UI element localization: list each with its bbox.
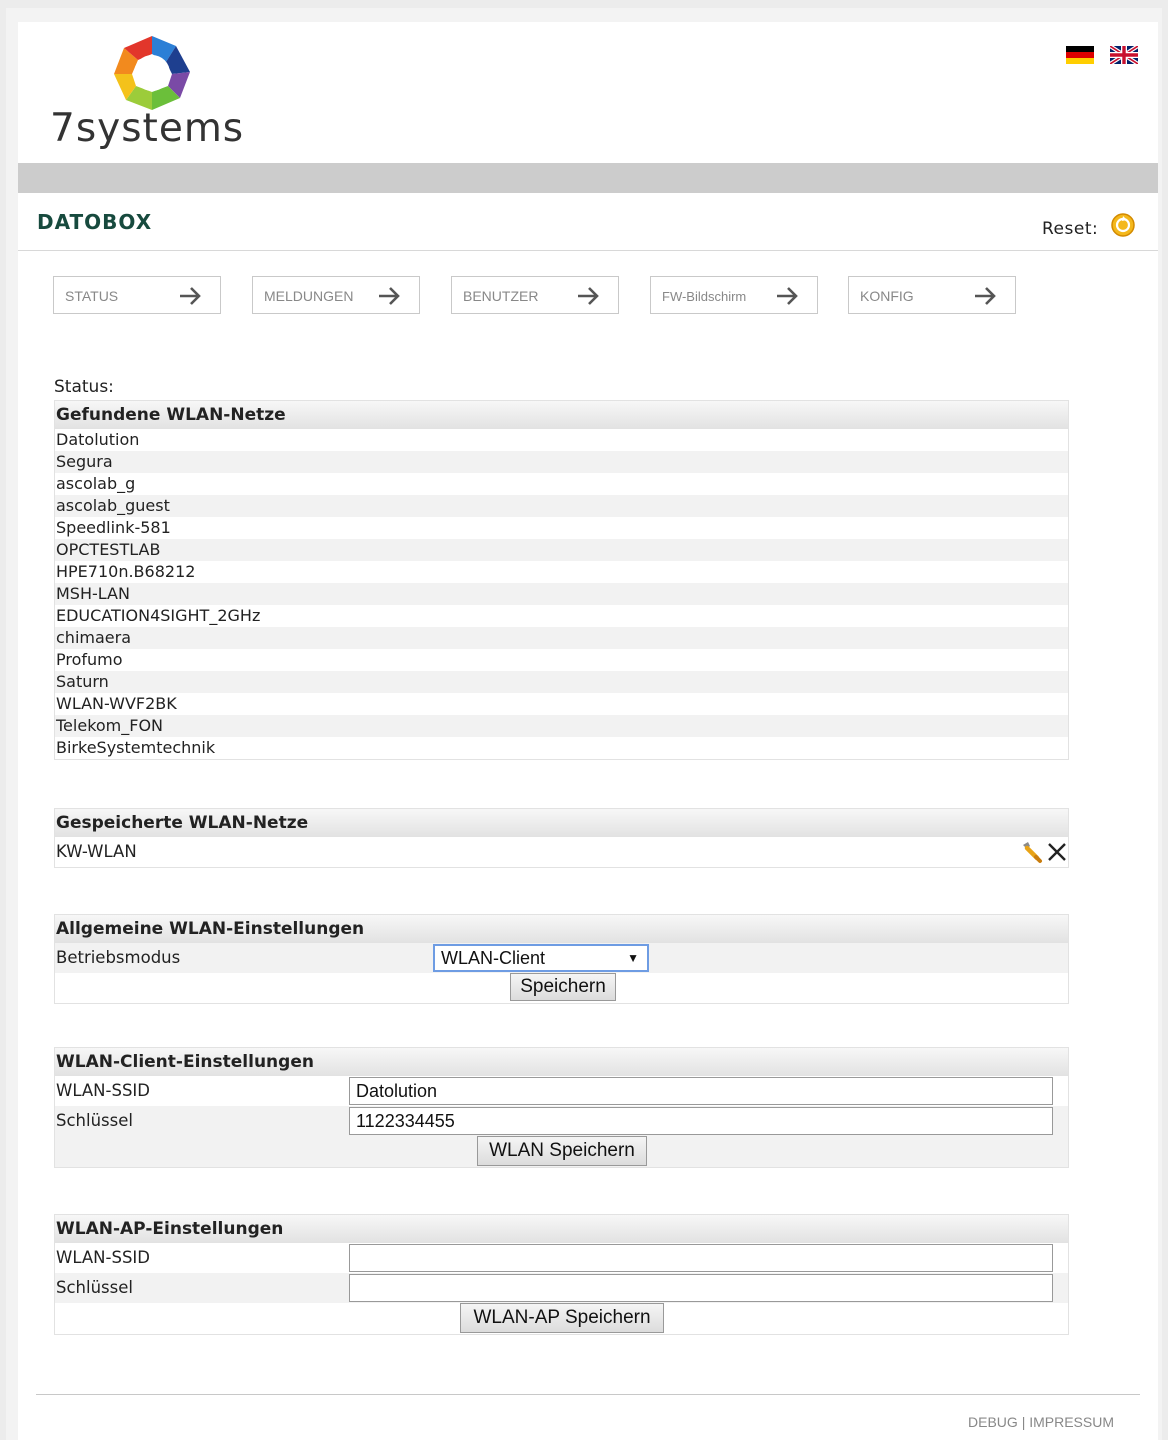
- ap-key-input[interactable]: [349, 1274, 1053, 1302]
- general-settings-heading: Allgemeine WLAN-Einstellungen: [55, 915, 1068, 943]
- network-row[interactable]: ascolab_g: [55, 473, 1068, 495]
- client-save-row: WLAN Speichern: [55, 1136, 1068, 1167]
- nav-label: STATUS: [65, 288, 119, 304]
- divider: [18, 250, 1158, 251]
- arrow-right-icon: [975, 287, 996, 305]
- saved-network-name: KW-WLAN: [56, 842, 137, 861]
- network-row[interactable]: MSH-LAN: [55, 583, 1068, 605]
- network-row[interactable]: ascolab_guest: [55, 495, 1068, 517]
- client-key-label: Schlüssel: [56, 1111, 133, 1130]
- client-key-row: Schlüssel 1122334455: [55, 1106, 1068, 1136]
- found-networks-table: Gefundene WLAN-Netze Datolution Segura asc…: [54, 400, 1069, 760]
- nav-label: FW-Bildschirm: [662, 289, 747, 304]
- client-ssid-label: WLAN-SSID: [56, 1081, 150, 1100]
- save-mode-button[interactable]: Speichern: [510, 973, 616, 1001]
- save-client-button[interactable]: WLAN Speichern: [477, 1136, 647, 1166]
- saved-networks-heading: Gespeicherte WLAN-Netze: [55, 809, 1068, 837]
- nav-fw-bildschirm-button[interactable]: FW-Bildschirm: [650, 276, 818, 314]
- wrench-icon[interactable]: [1019, 840, 1043, 864]
- page-title: DATOBOX: [37, 210, 153, 234]
- delete-icon[interactable]: [1046, 841, 1068, 863]
- network-row[interactable]: EDUCATION4SIGHT_2GHz: [55, 605, 1068, 627]
- network-row[interactable]: Saturn: [55, 671, 1068, 693]
- nav-label: BENUTZER: [463, 288, 539, 304]
- page: 7systems DATOBOX Reset: STATUS MELDUNGEN…: [6, 8, 1162, 1440]
- network-row[interactable]: Profumo: [55, 649, 1068, 671]
- chevron-down-icon: ▼: [627, 951, 639, 965]
- mode-select[interactable]: WLAN-Client ▼: [433, 944, 649, 972]
- network-row[interactable]: Telekom_FON: [55, 715, 1068, 737]
- mode-select-value: WLAN-Client: [441, 948, 546, 968]
- nav-label: KONFIG: [860, 288, 914, 304]
- found-networks-heading: Gefundene WLAN-Netze: [55, 401, 1068, 429]
- network-row[interactable]: WLAN-WVF2BK: [55, 693, 1068, 715]
- client-ssid-input[interactable]: Datolution: [349, 1077, 1053, 1105]
- network-row[interactable]: Speedlink-581: [55, 517, 1068, 539]
- reset-icon[interactable]: [1110, 212, 1136, 238]
- nav-label: MELDUNGEN: [264, 288, 354, 304]
- client-ssid-row: WLAN-SSID Datolution: [55, 1076, 1068, 1106]
- network-row[interactable]: HPE710n.B68212: [55, 561, 1068, 583]
- client-settings-table: WLAN-Client-Einstellungen WLAN-SSID Dato…: [54, 1047, 1069, 1168]
- ap-ssid-row: WLAN-SSID: [55, 1243, 1068, 1273]
- de-flag-icon[interactable]: [1066, 46, 1094, 64]
- general-settings-table: Allgemeine WLAN-Einstellungen Betriebsmo…: [54, 914, 1069, 1004]
- logo-text: 7systems: [50, 106, 245, 151]
- network-row[interactable]: chimaera: [55, 627, 1068, 649]
- nav-benutzer-button[interactable]: BENUTZER: [451, 276, 619, 314]
- logo-icon: [114, 36, 190, 110]
- header: 7systems: [18, 22, 1158, 162]
- header-bar: [18, 163, 1158, 193]
- ap-settings-table: WLAN-AP-Einstellungen WLAN-SSID Schlüsse…: [54, 1214, 1069, 1335]
- footer-divider: [36, 1394, 1140, 1395]
- ap-ssid-input[interactable]: [349, 1244, 1053, 1272]
- save-ap-button[interactable]: WLAN-AP Speichern: [460, 1303, 664, 1333]
- network-row[interactable]: OPCTESTLAB: [55, 539, 1068, 561]
- footer-separator: |: [1021, 1414, 1026, 1430]
- ap-key-label: Schlüssel: [56, 1278, 133, 1297]
- nav-status-button[interactable]: STATUS: [53, 276, 221, 314]
- reset-label: Reset:: [1042, 219, 1099, 239]
- impressum-link[interactable]: IMPRESSUM: [1029, 1414, 1114, 1430]
- found-networks-list: Datolution Segura ascolab_g ascolab_guest Sp…: [55, 429, 1068, 759]
- footer: DEBUG | IMPRESSUM: [968, 1414, 1114, 1430]
- client-settings-heading: WLAN-Client-Einstellungen: [55, 1048, 1068, 1076]
- status-label: Status:: [54, 377, 114, 397]
- uk-flag-icon[interactable]: [1110, 46, 1138, 64]
- ap-key-row: Schlüssel: [55, 1273, 1068, 1303]
- arrow-right-icon: [578, 287, 599, 305]
- network-row[interactable]: Segura: [55, 451, 1068, 473]
- arrow-right-icon: [777, 287, 798, 305]
- ap-settings-heading: WLAN-AP-Einstellungen: [55, 1215, 1068, 1243]
- ap-save-row: WLAN-AP Speichern: [55, 1303, 1068, 1334]
- arrow-right-icon: [379, 287, 400, 305]
- general-save-row: Speichern: [55, 973, 1068, 1003]
- ap-ssid-label: WLAN-SSID: [56, 1248, 150, 1267]
- nav-konfig-button[interactable]: KONFIG: [848, 276, 1016, 314]
- arrow-right-icon: [180, 287, 201, 305]
- network-row[interactable]: BirkeSystemtechnik: [55, 737, 1068, 759]
- debug-link[interactable]: DEBUG: [968, 1414, 1018, 1430]
- nav-meldungen-button[interactable]: MELDUNGEN: [252, 276, 420, 314]
- client-key-input[interactable]: 1122334455: [349, 1107, 1053, 1135]
- saved-network-row: KW-WLAN: [55, 837, 1068, 867]
- saved-networks-table: Gespeicherte WLAN-Netze KW-WLAN: [54, 808, 1069, 868]
- mode-row: Betriebsmodus WLAN-Client ▼: [55, 943, 1068, 973]
- mode-label: Betriebsmodus: [56, 948, 181, 967]
- network-row[interactable]: Datolution: [55, 429, 1068, 451]
